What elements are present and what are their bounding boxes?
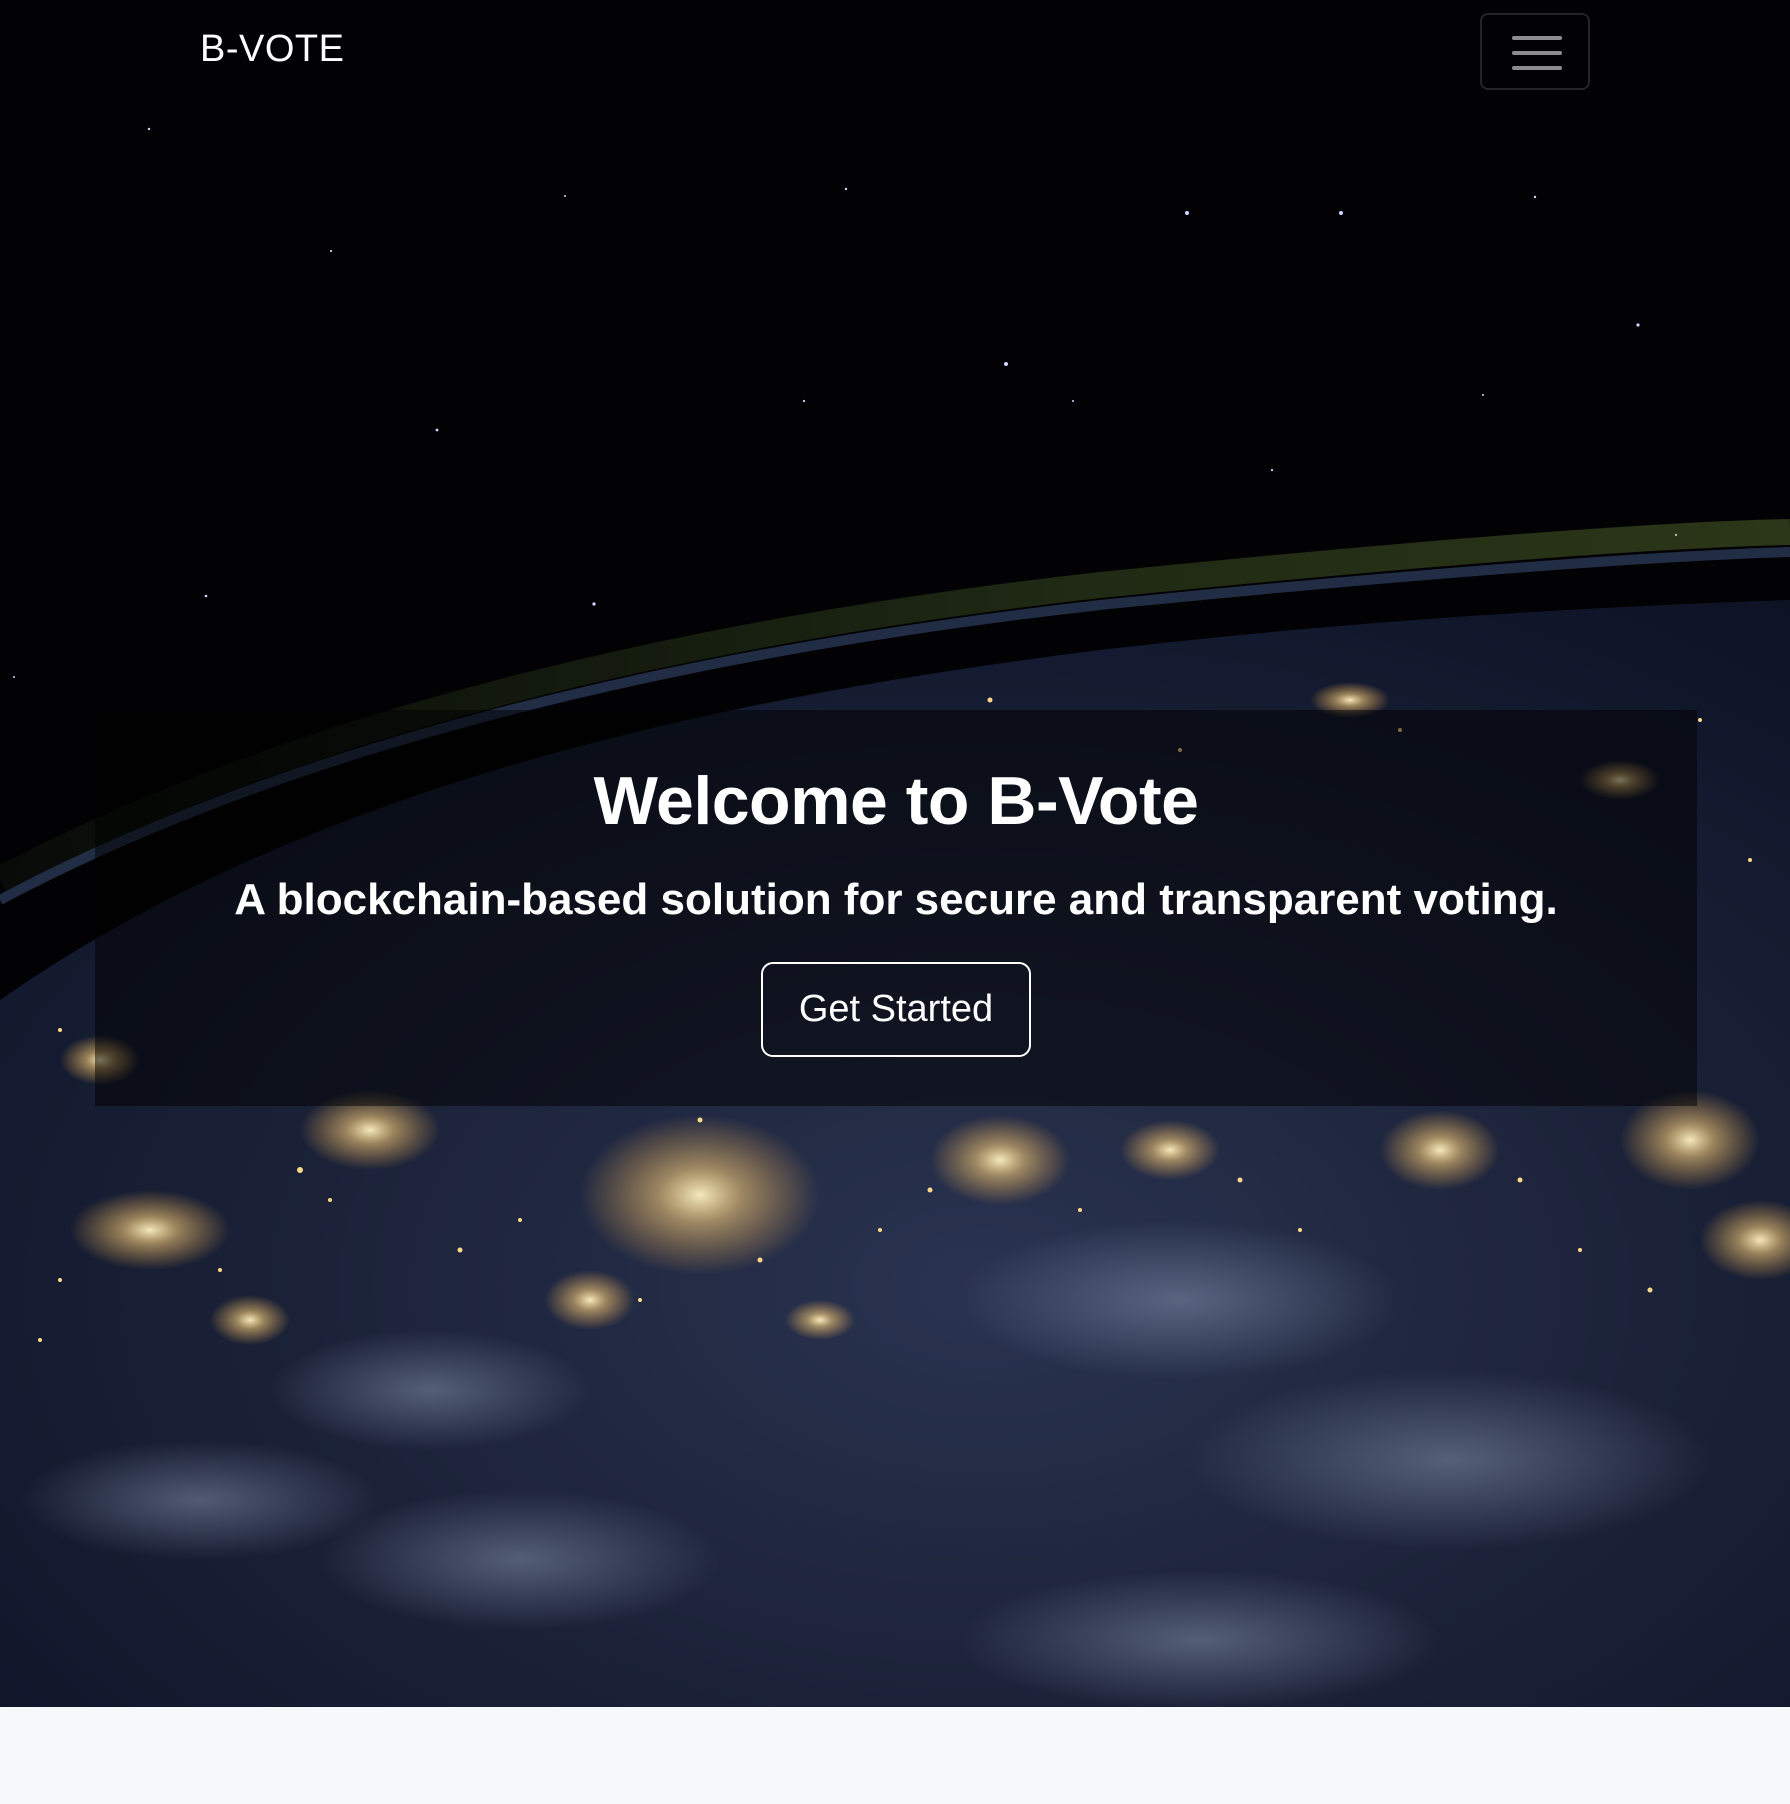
top-navbar: B-VOTE xyxy=(0,0,1790,106)
hero-subtitle: A blockchain-based solution for secure a… xyxy=(234,875,1558,924)
hamburger-menu-button[interactable] xyxy=(1480,13,1590,90)
hero-title: Welcome to B-Vote xyxy=(593,763,1199,839)
brand-logo-link[interactable]: B-VOTE xyxy=(200,28,344,71)
hero-overlay-card: Welcome to B-Vote A blockchain-based sol… xyxy=(95,710,1697,1106)
hero-section: B-VOTE Welcome to B-Vote A blockchain-ba… xyxy=(0,0,1790,1707)
landing-page: B-VOTE Welcome to B-Vote A blockchain-ba… xyxy=(0,0,1790,1804)
hamburger-menu-icon xyxy=(1512,51,1562,55)
next-section-top-edge xyxy=(0,1707,1790,1804)
get-started-button[interactable]: Get Started xyxy=(761,962,1031,1057)
hamburger-menu-icon xyxy=(1512,66,1562,70)
hamburger-menu-icon xyxy=(1512,36,1562,40)
